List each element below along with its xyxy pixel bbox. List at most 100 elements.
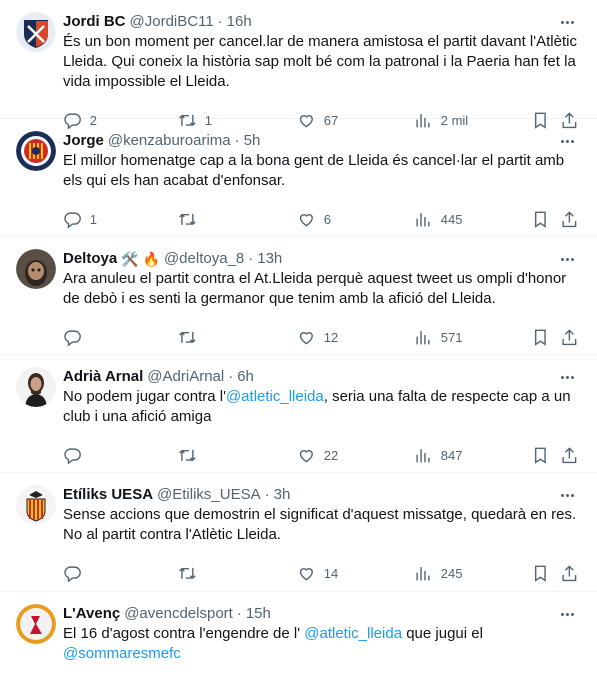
more-button[interactable] xyxy=(557,133,577,149)
like-count: 6 xyxy=(323,211,331,227)
reply-button[interactable]: 1 xyxy=(63,199,97,239)
share-button[interactable] xyxy=(560,199,579,239)
more-icon xyxy=(560,257,564,261)
more-button[interactable] xyxy=(557,606,577,622)
bookmark-button[interactable] xyxy=(531,553,550,593)
reply-icon xyxy=(64,566,81,583)
retweet-button[interactable] xyxy=(178,435,205,475)
tweet[interactable]: Deltoya 🛠️ 🔥 @deltoya_8 · 13h Ara anuleu… xyxy=(0,237,597,355)
more-icon xyxy=(570,20,574,24)
more-button[interactable] xyxy=(557,14,577,30)
share-icon xyxy=(562,210,577,227)
views-button[interactable]: 245 xyxy=(414,553,462,593)
more-icon xyxy=(560,612,564,616)
author-handle[interactable]: @AdriArnal xyxy=(147,367,224,387)
avatar[interactable] xyxy=(16,249,56,289)
tweet-text-part: Ara anuleu el partit contra el At.Lleida… xyxy=(63,270,567,307)
name-emoji: 🛠️ 🔥 xyxy=(121,251,160,267)
separator-dot: · xyxy=(228,368,234,385)
avatar[interactable] xyxy=(16,604,56,644)
author-handle[interactable]: @JordiBC11 xyxy=(130,12,214,32)
share-button[interactable] xyxy=(560,553,579,593)
retweet-button[interactable] xyxy=(178,317,205,357)
like-button[interactable]: 22 xyxy=(297,435,338,475)
more-icon xyxy=(560,375,564,379)
like-count: 12 xyxy=(323,329,339,345)
tweet[interactable]: Jorge @kenzaburoarima · 5h El millor hom… xyxy=(0,119,597,237)
mention-link[interactable]: @sommaresmefc xyxy=(63,645,181,662)
action-bar: 14 245 xyxy=(63,553,581,593)
reply-button[interactable] xyxy=(63,435,90,475)
avatar[interactable] xyxy=(16,131,56,171)
timestamp[interactable]: 6h xyxy=(237,367,254,387)
author-name[interactable]: L'Avenç xyxy=(63,604,120,624)
heart-icon xyxy=(299,567,313,581)
author-handle[interactable]: @Etiliks_UESA xyxy=(157,485,261,505)
author-name[interactable]: Adrià Arnal xyxy=(63,367,143,387)
like-button[interactable]: 6 xyxy=(297,199,331,239)
timestamp[interactable]: 16h xyxy=(227,12,252,32)
mention-link[interactable]: @atletic_lleida xyxy=(226,388,324,405)
more-icon xyxy=(570,612,574,616)
separator-dot: · xyxy=(236,605,242,622)
timestamp[interactable]: 3h xyxy=(274,485,291,505)
tweet[interactable]: L'Avenç @avencdelsport · 15h El 16 d'ago… xyxy=(0,592,597,700)
mention-link[interactable]: @atletic_lleida xyxy=(304,625,402,642)
retweet-button[interactable] xyxy=(178,553,205,593)
bookmark-icon xyxy=(534,565,546,582)
views-button[interactable]: 445 xyxy=(414,199,462,239)
share-icon xyxy=(562,564,577,581)
timestamp[interactable]: 5h xyxy=(244,131,261,151)
bookmark-button[interactable] xyxy=(531,317,550,357)
timestamp[interactable]: 13h xyxy=(257,249,282,269)
author-name[interactable]: Etíliks UESA xyxy=(63,485,153,505)
reply-icon xyxy=(64,330,81,347)
views-count: 445 xyxy=(440,211,463,227)
tweet[interactable]: Adrià Arnal @AdriArnal · 6h No podem jug… xyxy=(0,355,597,473)
bookmark-button[interactable] xyxy=(531,199,550,239)
author-name[interactable]: Jorge xyxy=(63,131,104,151)
tweet[interactable]: Etíliks UESA @Etiliks_UESA · 3h Sense ac… xyxy=(0,473,597,592)
more-button[interactable] xyxy=(557,487,577,503)
more-icon xyxy=(560,20,564,24)
more-button[interactable] xyxy=(557,369,577,385)
heart-icon xyxy=(299,331,313,345)
share-button[interactable] xyxy=(560,317,579,357)
timestamp[interactable]: 15h xyxy=(246,604,271,624)
reply-button[interactable] xyxy=(63,317,90,357)
avatar[interactable] xyxy=(16,12,56,52)
separator-dot: · xyxy=(248,250,254,267)
tweet-text-part: El millor homenatge cap a la bona gent d… xyxy=(63,152,565,189)
separator-dot: · xyxy=(234,132,240,149)
bookmark-button[interactable] xyxy=(531,435,550,475)
reply-icon xyxy=(64,448,81,465)
share-button[interactable] xyxy=(560,435,579,475)
tweet-text: No podem jugar contra l'@atletic_lleida,… xyxy=(63,387,581,427)
separator-dot: · xyxy=(217,13,223,30)
views-button[interactable]: 571 xyxy=(414,317,462,357)
reply-icon xyxy=(64,212,81,229)
author-name[interactable]: Deltoya xyxy=(63,249,117,269)
tweet-text: Ara anuleu el partit contra el At.Lleida… xyxy=(63,269,581,309)
avatar[interactable] xyxy=(16,485,56,525)
author-handle[interactable]: @deltoya_8 xyxy=(164,249,244,269)
reply-button[interactable] xyxy=(63,553,90,593)
like-button[interactable]: 12 xyxy=(297,317,338,357)
like-count: 22 xyxy=(323,447,339,463)
more-button[interactable] xyxy=(557,251,577,267)
bookmark-icon xyxy=(534,329,546,346)
avatar[interactable] xyxy=(16,367,56,407)
more-icon xyxy=(570,375,574,379)
retweet-button[interactable] xyxy=(178,199,205,239)
author-handle[interactable]: @kenzaburoarima xyxy=(108,131,231,151)
more-icon xyxy=(570,139,574,143)
action-bar: 1 6 445 xyxy=(63,199,581,239)
views-button[interactable]: 847 xyxy=(414,435,462,475)
author-handle[interactable]: @avencdelsport xyxy=(124,604,233,624)
author-name[interactable]: Jordi BC xyxy=(63,12,126,32)
tweet-text-part: No podem jugar contra l' xyxy=(63,388,226,405)
more-icon xyxy=(565,375,569,379)
tweet[interactable]: Jordi BC @JordiBC11 · 16h És un bon mome… xyxy=(0,0,597,130)
reply-count: 1 xyxy=(89,211,97,227)
like-button[interactable]: 14 xyxy=(297,553,338,593)
